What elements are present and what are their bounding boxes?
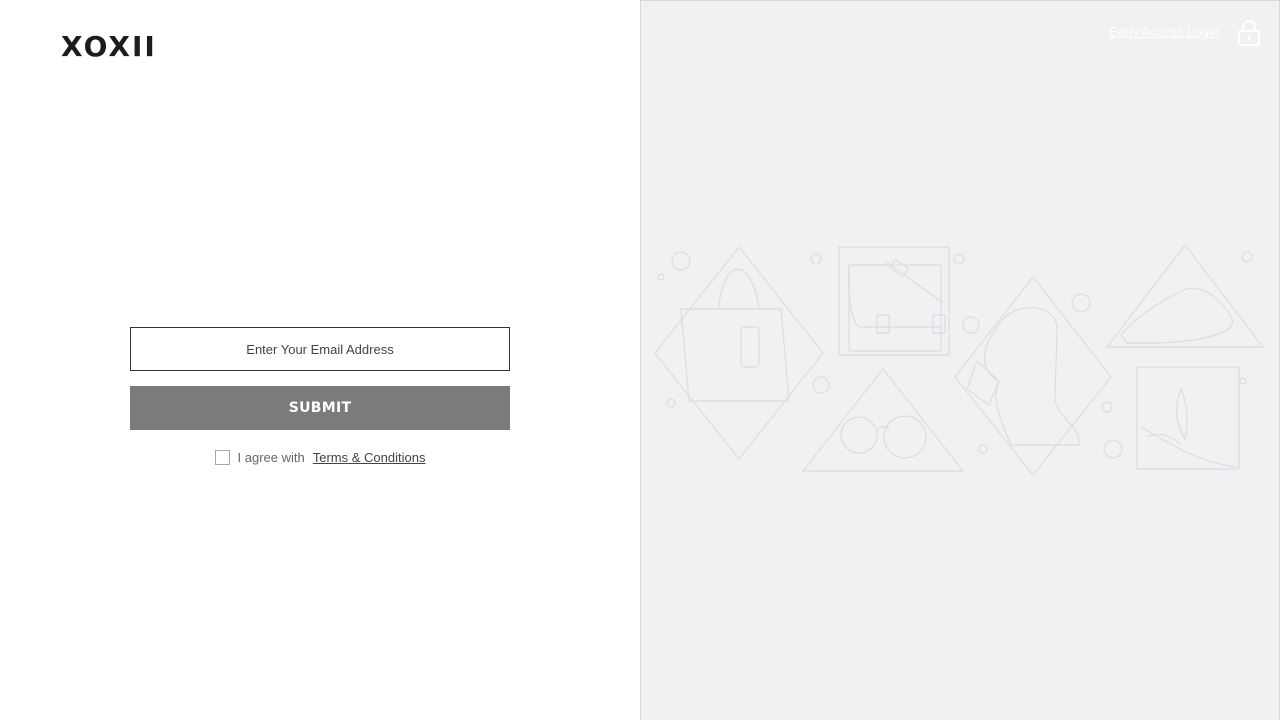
right-pane: Early Access Login <box>640 0 1280 720</box>
terms-link[interactable]: Terms & Conditions <box>313 450 426 465</box>
terms-checkbox[interactable] <box>214 450 230 465</box>
lock-icon[interactable] <box>1237 20 1261 46</box>
brand-logo[interactable]: XOXII <box>61 30 157 63</box>
early-access-login-link[interactable]: Early Access Login <box>1109 24 1219 39</box>
terms-agreement-row: I agree with Terms & Conditions <box>130 450 510 465</box>
signup-form: SUBMIT I agree with Terms & Conditions <box>130 327 510 465</box>
left-pane: XOXII SUBMIT I agree with Terms & Condit… <box>0 0 640 720</box>
submit-button[interactable]: SUBMIT <box>130 386 510 430</box>
email-input[interactable] <box>130 327 510 371</box>
fashion-items-illustration <box>654 244 1265 476</box>
agree-text: I agree with <box>237 450 305 465</box>
